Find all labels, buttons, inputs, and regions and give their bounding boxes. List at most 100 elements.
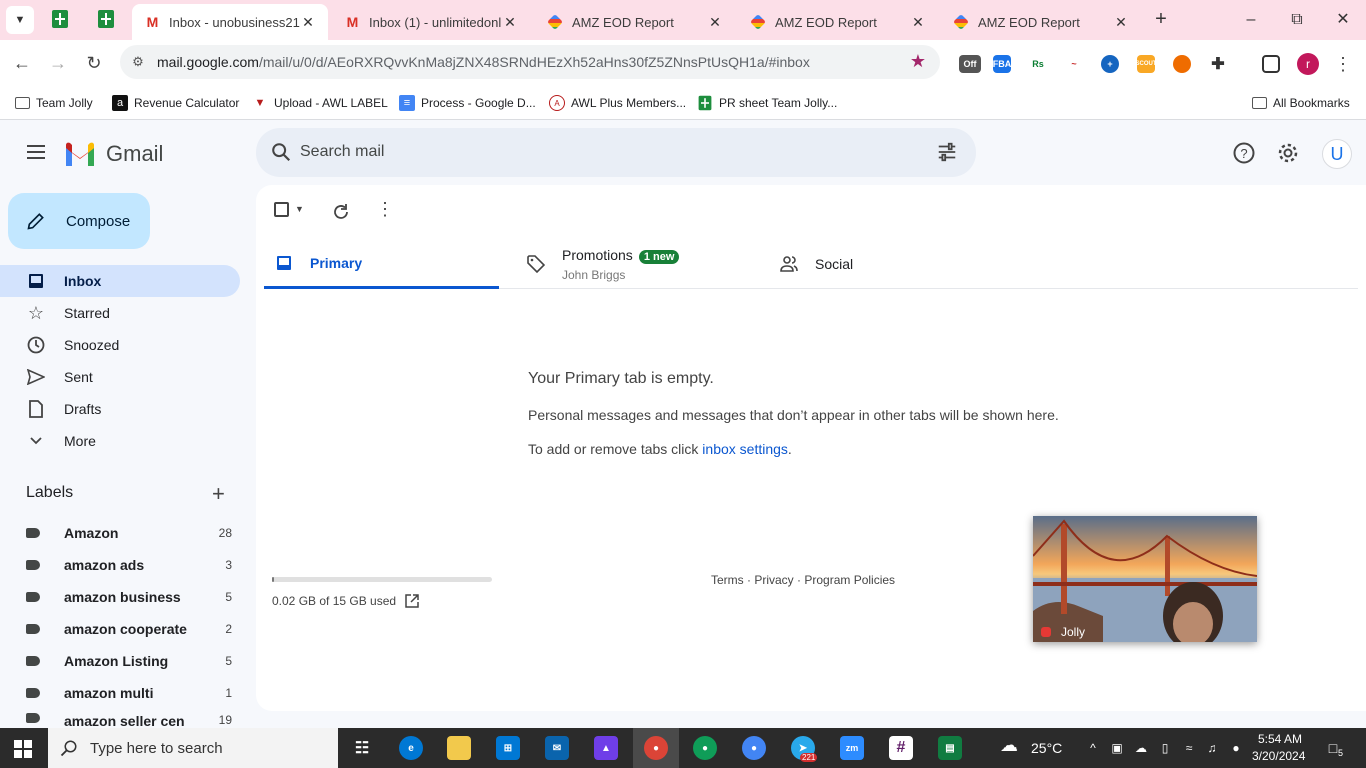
- label-item[interactable]: amazon multi 1: [26, 681, 232, 705]
- sidebar-item-sent[interactable]: Sent: [0, 361, 240, 393]
- copilot-icon[interactable]: ▲: [594, 736, 618, 760]
- excel-icon[interactable]: ▤: [938, 736, 962, 760]
- pinned-sheets-tab-2[interactable]: [95, 8, 117, 30]
- bookmark-pr-sheet[interactable]: PR sheet Team Jolly...: [697, 93, 837, 113]
- bookmark-revenue-calculator[interactable]: a Revenue Calculator: [112, 93, 239, 113]
- back-icon[interactable]: ←: [9, 50, 35, 76]
- browser-tab-gmail-inbox[interactable]: M Inbox - unobusiness213@ ✕: [132, 4, 328, 40]
- inbox-settings-link[interactable]: inbox settings: [702, 441, 788, 457]
- settings-gear-icon[interactable]: [1276, 141, 1300, 165]
- sidebar-item-starred[interactable]: ☆ Starred: [0, 297, 240, 329]
- edge-icon[interactable]: e: [399, 736, 423, 760]
- task-view-icon[interactable]: ☷: [350, 736, 374, 760]
- sidebar-item-inbox[interactable]: Inbox: [0, 265, 240, 297]
- weather-icon[interactable]: ☁: [1000, 736, 1018, 754]
- help-icon[interactable]: ?: [1232, 141, 1256, 165]
- browser-tab-amz-eod-1[interactable]: AMZ EOD Report ✕: [535, 4, 735, 40]
- browser-profile-avatar[interactable]: r: [1297, 53, 1319, 75]
- taskbar-search-input[interactable]: [90, 739, 270, 757]
- main-menu-icon[interactable]: [24, 141, 48, 165]
- extension-scout-icon[interactable]: SCOUT: [1136, 55, 1157, 73]
- extension-globe-icon[interactable]: +: [1101, 55, 1119, 73]
- minimize-icon[interactable]: –: [1239, 8, 1263, 32]
- side-panel-icon[interactable]: [1262, 55, 1280, 73]
- program-policies-link[interactable]: Program Policies: [804, 573, 895, 587]
- extensions-puzzle-icon[interactable]: ✚: [1209, 55, 1227, 73]
- tab-social[interactable]: Social: [769, 239, 1014, 289]
- label-item[interactable]: Amazon 28: [26, 521, 232, 545]
- all-bookmarks[interactable]: All Bookmarks: [1251, 93, 1350, 113]
- extension-rs-icon[interactable]: Rs: [1029, 55, 1047, 73]
- mail-icon[interactable]: ✉: [545, 736, 569, 760]
- microphone-icon[interactable]: ●: [1228, 740, 1244, 756]
- extension-orange-icon[interactable]: [1173, 55, 1191, 73]
- search-options-icon[interactable]: [936, 141, 958, 163]
- close-tab-icon[interactable]: ✕: [502, 14, 518, 31]
- restore-icon[interactable]: ⧉: [1285, 8, 1309, 32]
- chrome-profile-icon[interactable]: ●: [693, 736, 717, 760]
- label-item[interactable]: amazon cooperate 2: [26, 617, 232, 641]
- close-tab-icon[interactable]: ✕: [300, 14, 316, 31]
- slack-icon[interactable]: #: [889, 736, 913, 760]
- onedrive-icon[interactable]: ☁: [1133, 740, 1149, 756]
- refresh-icon[interactable]: [332, 200, 350, 224]
- battery-icon[interactable]: ▯: [1157, 740, 1173, 756]
- chrome-icon[interactable]: ●: [644, 736, 668, 760]
- taskbar-search-box[interactable]: [48, 728, 338, 768]
- privacy-link[interactable]: Privacy: [754, 573, 793, 587]
- more-options-icon[interactable]: ⋮: [376, 197, 394, 221]
- show-hidden-icons-icon[interactable]: ^: [1085, 740, 1101, 756]
- extension-fba-icon[interactable]: FBA: [993, 55, 1011, 73]
- address-bar[interactable]: ⚙ mail.google.com/mail/u/0/d/AEoRXRQvvKn…: [120, 45, 940, 79]
- terms-link[interactable]: Terms: [711, 573, 744, 587]
- tab-search-dropdown-icon[interactable]: ▼: [6, 6, 34, 34]
- compose-button[interactable]: Compose: [8, 193, 150, 249]
- bookmark-star-icon[interactable]: ★: [910, 51, 926, 72]
- browser-tab-gmail-inbox-2[interactable]: M Inbox (1) - unlimitedonlin ✕: [332, 4, 530, 40]
- meet-now-icon[interactable]: ▣: [1109, 740, 1125, 756]
- label-item[interactable]: amazon ads 3: [26, 553, 232, 577]
- reload-icon[interactable]: ↻: [81, 50, 107, 76]
- browser-tab-amz-eod-3[interactable]: AMZ EOD Report ✕: [941, 4, 1141, 40]
- zoom-icon[interactable]: zm: [840, 736, 864, 760]
- extension-off-icon[interactable]: Off: [959, 55, 981, 73]
- pinned-sheets-tab[interactable]: [49, 8, 71, 30]
- search-icon[interactable]: [270, 141, 292, 163]
- browser-tab-amz-eod-2[interactable]: AMZ EOD Report ✕: [738, 4, 938, 40]
- bookmark-upload-awl-label[interactable]: ▼ Upload - AWL LABEL: [252, 93, 388, 113]
- close-tab-icon[interactable]: ✕: [707, 14, 723, 31]
- tab-primary[interactable]: Primary: [264, 239, 499, 289]
- tab-promotions[interactable]: Promotions 1 new John Briggs: [516, 239, 761, 289]
- new-tab-icon[interactable]: +: [1150, 8, 1172, 30]
- wifi-icon[interactable]: ≈: [1181, 740, 1197, 756]
- weather-temperature[interactable]: 25°C: [1031, 740, 1062, 756]
- close-window-icon[interactable]: ✕: [1331, 8, 1355, 32]
- sidebar-item-drafts[interactable]: Drafts: [0, 393, 240, 425]
- gmail-logo[interactable]: Gmail: [64, 141, 163, 167]
- file-explorer-icon[interactable]: [447, 736, 471, 760]
- account-avatar[interactable]: U: [1322, 139, 1352, 169]
- volume-icon[interactable]: ♫: [1204, 740, 1220, 756]
- bookmark-team-jolly[interactable]: Team Jolly: [14, 93, 93, 113]
- external-link-icon[interactable]: [405, 594, 419, 608]
- label-item[interactable]: amazon seller cen 19: [26, 713, 232, 728]
- site-info-icon[interactable]: ⚙: [130, 54, 146, 70]
- label-item[interactable]: amazon business 5: [26, 585, 232, 609]
- caret-down-icon[interactable]: ▼: [295, 204, 304, 214]
- bookmark-awl-plus-members[interactable]: A AWL Plus Members...: [549, 93, 686, 113]
- search-input[interactable]: [300, 138, 900, 166]
- label-item[interactable]: Amazon Listing 5: [26, 649, 232, 673]
- clock-date[interactable]: 3/20/2024: [1252, 749, 1305, 763]
- browser-menu-icon[interactable]: ⋮: [1333, 52, 1353, 76]
- close-tab-icon[interactable]: ✕: [1113, 14, 1129, 31]
- forward-icon[interactable]: →: [45, 50, 71, 76]
- bookmark-process-google-docs[interactable]: ≡ Process - Google D...: [399, 93, 536, 113]
- sidebar-item-more[interactable]: More: [0, 425, 240, 457]
- chrome-profile-2-icon[interactable]: ●: [742, 736, 766, 760]
- video-call-overlay[interactable]: Jolly: [1033, 516, 1257, 642]
- select-all-checkbox[interactable]: ▼: [274, 197, 304, 221]
- sidebar-item-snoozed[interactable]: Snoozed: [0, 329, 240, 361]
- clock-time[interactable]: 5:54 AM: [1258, 732, 1302, 746]
- create-label-icon[interactable]: +: [212, 483, 225, 505]
- microsoft-store-icon[interactable]: ⊞: [496, 736, 520, 760]
